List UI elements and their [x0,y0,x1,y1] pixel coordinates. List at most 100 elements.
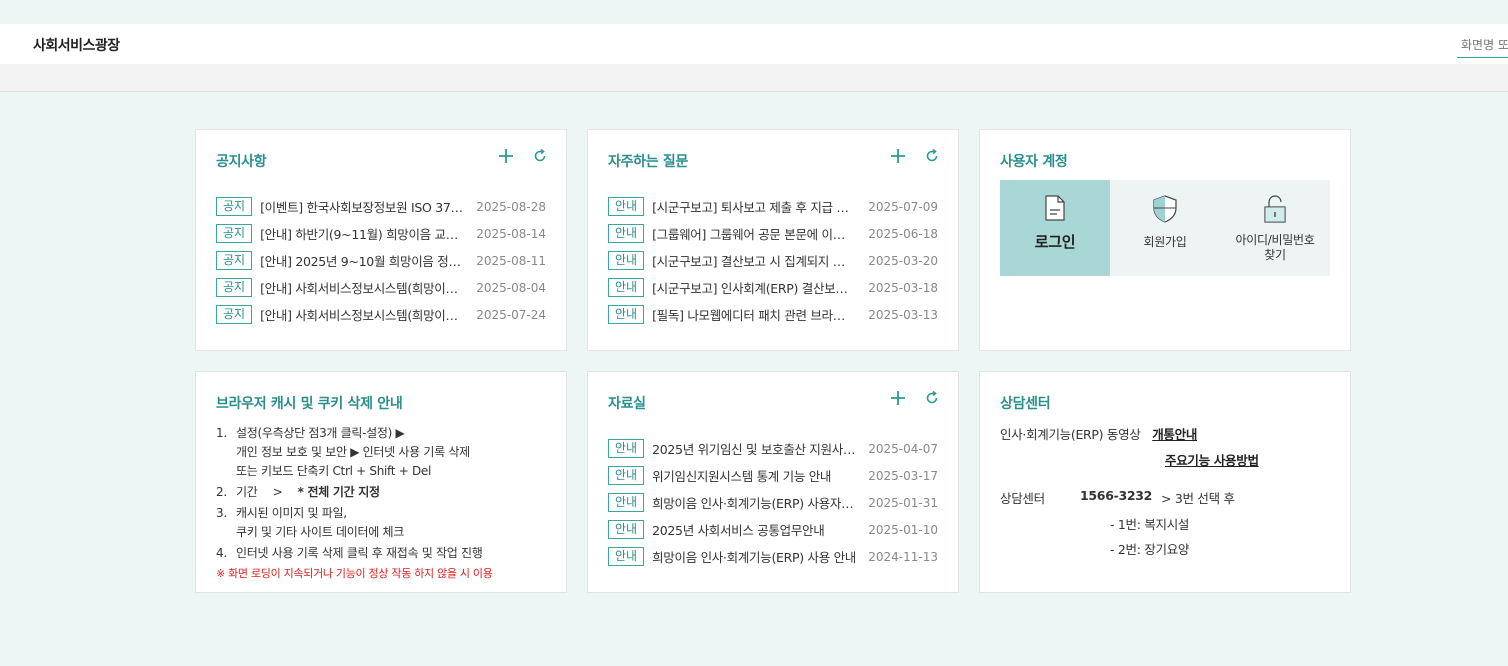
option-2: - 2번: 장기요양 [1110,542,1190,557]
list-item-title[interactable]: 희망이음 인사·회계기능(ERP) 사용 안내 [652,547,856,566]
notice-badge: 공지 [216,224,253,243]
plus-icon[interactable] [888,146,908,166]
guide-step: 2. 기간 > * 전체 기간 지정 [216,483,556,502]
library-badge: 안내 [608,520,645,539]
list-item-title[interactable]: 위기임신지원시스템 통계 기능 안내 [652,466,856,485]
opening-guide-link[interactable]: 개통안내 [1152,427,1197,442]
list-item-title[interactable]: [이벤트] 한국사회보장정보원 ISO 37001 인증 취득 기념 이벤트 [260,197,464,216]
phone-instruction: > 3번 선택 후 [1161,491,1235,506]
list-item-date: 2024-11-13 [868,549,938,564]
guide-step-text: 설정(우측상단 점3개 클릭-설정) ▶ [236,426,405,440]
login-button[interactable]: 로그인 [1000,180,1110,276]
guide-step: 4. 인터넷 사용 기록 삭제 클릭 후 재접속 및 작업 진행 [216,544,556,563]
plus-icon[interactable] [496,146,516,166]
library-badge: 안내 [608,466,645,485]
list-item[interactable]: 공지 [이벤트] 한국사회보장정보원 ISO 37001 인증 취득 기념 이벤… [216,193,546,220]
consult-body: 인사·회계기능(ERP) 동영상 개통안내 주요기능 사용방법 상담센터 156… [1000,424,1340,558]
refresh-icon[interactable] [922,146,942,166]
library-badge: 안내 [608,439,645,458]
notice-card: 공지사항 공지 [이벤트] 한국사회보장정보원 ISO 37001 인증 취득 … [195,129,567,351]
list-item[interactable]: 안내 2025년 사회서비스 공통업무안내 2025-01-10 [608,516,938,543]
plus-icon[interactable] [888,388,908,408]
list-item-title[interactable]: [시군구보고] 인사회계(ERP) 결산보고 방법 [652,278,856,297]
list-item-date: 2025-08-14 [476,226,546,241]
list-item-date: 2025-08-11 [476,253,546,268]
library-badge: 안내 [608,493,645,512]
list-item-date: 2025-03-20 [868,253,938,268]
consult-title: 상담센터 [1000,396,1051,412]
list-item-date: 2025-04-07 [868,441,938,456]
guide-step-text-row: 기간 > * 전체 기간 지정 [236,483,380,502]
faq-badge: 안내 [608,278,645,297]
refresh-icon[interactable] [530,146,550,166]
list-item-date: 2025-07-24 [476,307,546,322]
list-item-title[interactable]: [안내] 사회서비스정보시스템(희망이음) 서비스 중단 안내 [260,278,464,297]
faq-badge: 안내 [608,224,645,243]
notice-badge: 공지 [216,305,253,324]
list-item-date: 2025-03-13 [868,307,938,322]
account-card: 사용자 계정 로그인 회원가입 아이디/비밀번호 찾기 [979,129,1351,351]
list-item[interactable]: 안내 위기임신지원시스템 통계 기능 안내 2025-03-17 [608,462,938,489]
find-id-password-button[interactable]: 아이디/비밀번호 찾기 [1220,180,1330,276]
browser-guide-card: 브라우저 캐시 및 쿠키 삭제 안내 1. 설정(우측상단 점3개 클릭-설정)… [195,371,567,593]
list-item-title[interactable]: [안내] 2025년 9~10월 희망이음 정기점검 안내 [260,251,464,270]
library-badge: 안내 [608,547,645,566]
list-item[interactable]: 안내 2025년 위기임신 및 보호출산 지원사업 안내 2025-04-07 [608,435,938,462]
guide-warning: ※ 화면 로딩이 지속되거나 기능이 정상 작동 하지 않을 시 이용 [216,567,493,580]
notice-list: 공지 [이벤트] 한국사회보장정보원 ISO 37001 인증 취득 기념 이벤… [216,193,546,328]
features-row: 주요기능 사용방법 [1000,450,1340,470]
notice-title: 공지사항 [216,154,267,170]
list-item[interactable]: 공지 [안내] 사회서비스정보시스템(희망이음) 서비스 중단 안내 2025-… [216,274,546,301]
list-item-title[interactable]: [시군구보고] 결산보고 시 집계되지 않는 경우 [652,251,856,270]
list-item[interactable]: 안내 [시군구보고] 결산보고 시 집계되지 않는 경우 2025-03-20 [608,247,938,274]
faq-list: 안내 [시군구보고] 퇴사보고 제출 후 지급 처리 방법 2025-07-09… [608,193,938,328]
list-item-date: 2025-08-04 [476,280,546,295]
list-item[interactable]: 안내 희망이음 인사·회계기능(ERP) 사용 안내 2024-11-13 [608,543,938,570]
notice-badge: 공지 [216,251,253,270]
list-item[interactable]: 공지 [안내] 2025년 9~10월 희망이음 정기점검 안내 2025-08… [216,247,546,274]
lock-icon [1263,195,1287,227]
list-item-date: 2025-08-28 [476,199,546,214]
top-header: 사회서비스광장 [0,24,1508,64]
list-item-title[interactable]: 2025년 사회서비스 공통업무안내 [652,520,856,539]
shield-icon [1152,195,1178,227]
list-item-title[interactable]: 희망이음 인사·회계기능(ERP) 사용자 매뉴얼 [652,493,856,512]
list-item[interactable]: 안내 [필독] 나모웹에디터 패치 관련 브라우저 설정 2025-03-13 [608,301,938,328]
notice-badge: 공지 [216,278,253,297]
guide-step-text: 쿠키 및 기타 사이트 데이터에 체크 [236,525,404,539]
list-item[interactable]: 공지 [안내] 사회서비스정보시스템(희망이음) 작업 안내 2025-07-2… [216,301,546,328]
faq-badge: 안내 [608,251,645,270]
browser-guide-title: 브라우저 캐시 및 쿠키 삭제 안내 [216,396,403,412]
guide-step-number: 4. [216,546,227,560]
find-label-line2: 찾기 [1264,248,1286,262]
list-item-title[interactable]: 2025년 위기임신 및 보호출산 지원사업 안내 [652,439,856,458]
list-item[interactable]: 안내 [시군구보고] 퇴사보고 제출 후 지급 처리 방법 2025-07-09 [608,193,938,220]
list-item[interactable]: 안내 희망이음 인사·회계기능(ERP) 사용자 매뉴얼 2025-01-31 [608,489,938,516]
account-title: 사용자 계정 [1000,154,1068,170]
library-card: 자료실 안내 2025년 위기임신 및 보호출산 지원사업 안내 2025-04… [587,371,959,593]
list-item[interactable]: 안내 [그룹웨어] 그룹웨어 공문 본문에 이미지 첨부 방법 2025-06-… [608,220,938,247]
guide-step-text: 캐시된 이미지 및 파일, [236,506,347,520]
screen-search-input[interactable] [1457,32,1508,58]
list-item[interactable]: 안내 [시군구보고] 인사회계(ERP) 결산보고 방법 2025-03-18 [608,274,938,301]
option-1: - 1번: 복지시설 [1110,517,1190,532]
notice-badge: 공지 [216,197,253,216]
app-title[interactable]: 사회서비스광장 [33,35,120,55]
list-item-title[interactable]: [안내] 하반기(9~11월) 희망이음 교육 일정 안내 [260,224,464,243]
main-features-link[interactable]: 주요기능 사용방법 [1165,453,1259,468]
list-item-title[interactable]: [시군구보고] 퇴사보고 제출 후 지급 처리 방법 [652,197,856,216]
list-item-title[interactable]: [그룹웨어] 그룹웨어 공문 본문에 이미지 첨부 방법 [652,224,856,243]
document-icon [1044,195,1066,225]
account-tiles: 로그인 회원가입 아이디/비밀번호 찾기 [1000,180,1330,276]
refresh-icon[interactable] [922,388,942,408]
center-label: 상담센터 [1000,491,1045,506]
list-item-title[interactable]: [필독] 나모웹에디터 패치 관련 브라우저 설정 [652,305,856,324]
guide-step-number: 3. [216,506,227,520]
phone-number: 1566-3232 [1080,488,1153,503]
list-item-date: 2025-06-18 [868,226,938,241]
list-item-title[interactable]: [안내] 사회서비스정보시스템(희망이음) 작업 안내 [260,305,464,324]
list-item[interactable]: 공지 [안내] 하반기(9~11월) 희망이음 교육 일정 안내 2025-08… [216,220,546,247]
guide-step-text: 또는 키보드 단축키 Ctrl + Shift + Del [236,464,432,478]
signup-button[interactable]: 회원가입 [1110,180,1220,276]
faq-badge: 안내 [608,197,645,216]
